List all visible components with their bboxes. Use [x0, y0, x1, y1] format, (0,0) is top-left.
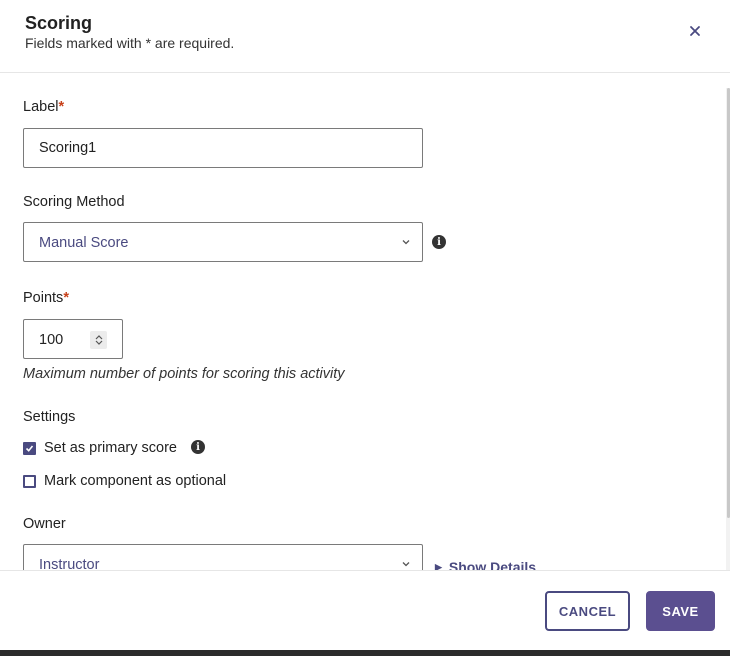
points-label-text: Points	[23, 290, 64, 306]
close-button[interactable]	[684, 20, 706, 42]
points-value: 100	[39, 332, 64, 348]
scoring-modal: Scoring Fields marked with * are require…	[0, 0, 730, 656]
primary-score-row[interactable]: Set as primary score	[23, 438, 177, 458]
close-icon	[690, 26, 700, 36]
modal-subtitle: Fields marked with * are required.	[25, 35, 235, 51]
show-details-toggle[interactable]: ▶ Show Details	[435, 559, 536, 570]
required-mark: *	[63, 290, 69, 306]
chevron-down-icon	[402, 240, 410, 245]
points-label: Points*	[23, 290, 69, 306]
label-input[interactable]	[23, 128, 423, 168]
modal-title: Scoring	[25, 13, 93, 33]
label-field-label-text: Label	[23, 99, 59, 115]
required-mark: *	[58, 99, 65, 115]
optional-row[interactable]: Mark component as optional	[23, 471, 226, 491]
points-hint: Maximum number of points for scoring thi…	[23, 366, 345, 382]
owner-label: Owner	[23, 516, 66, 532]
settings-label: Settings	[23, 409, 76, 425]
points-stepper[interactable]	[90, 331, 107, 349]
owner-value: Instructor	[39, 557, 100, 570]
check-icon	[25, 444, 34, 452]
points-input[interactable]: 100	[23, 319, 123, 359]
modal-body: Label* Scoring Method Manual Score i Poi…	[0, 73, 730, 570]
primary-score-label: Set as primary score	[44, 440, 177, 456]
chevron-down-icon	[95, 340, 102, 345]
modal-header: Scoring Fields marked with * are require…	[0, 0, 730, 73]
primary-score-info-icon[interactable]: i	[191, 440, 205, 454]
modal-footer: CANCEL SAVE	[0, 570, 730, 650]
optional-checkbox[interactable]	[23, 474, 36, 488]
scoring-method-value: Manual Score	[39, 235, 129, 251]
chevron-down-icon	[402, 562, 410, 567]
scoring-method-label: Scoring Method	[23, 194, 125, 210]
primary-score-checkbox[interactable]	[23, 441, 36, 455]
owner-select[interactable]: Instructor	[23, 544, 423, 570]
cancel-button[interactable]: CANCEL	[545, 591, 630, 631]
optional-label: Mark component as optional	[44, 473, 227, 489]
scoring-method-select[interactable]: Manual Score	[23, 222, 423, 262]
save-button[interactable]: SAVE	[646, 591, 715, 631]
scoring-method-info-icon[interactable]: i	[432, 235, 446, 249]
bottom-bar	[0, 650, 730, 656]
caret-right-icon: ▶	[435, 561, 442, 571]
show-details-label: Show Details	[448, 559, 537, 570]
label-field-label: Label*	[23, 99, 64, 115]
